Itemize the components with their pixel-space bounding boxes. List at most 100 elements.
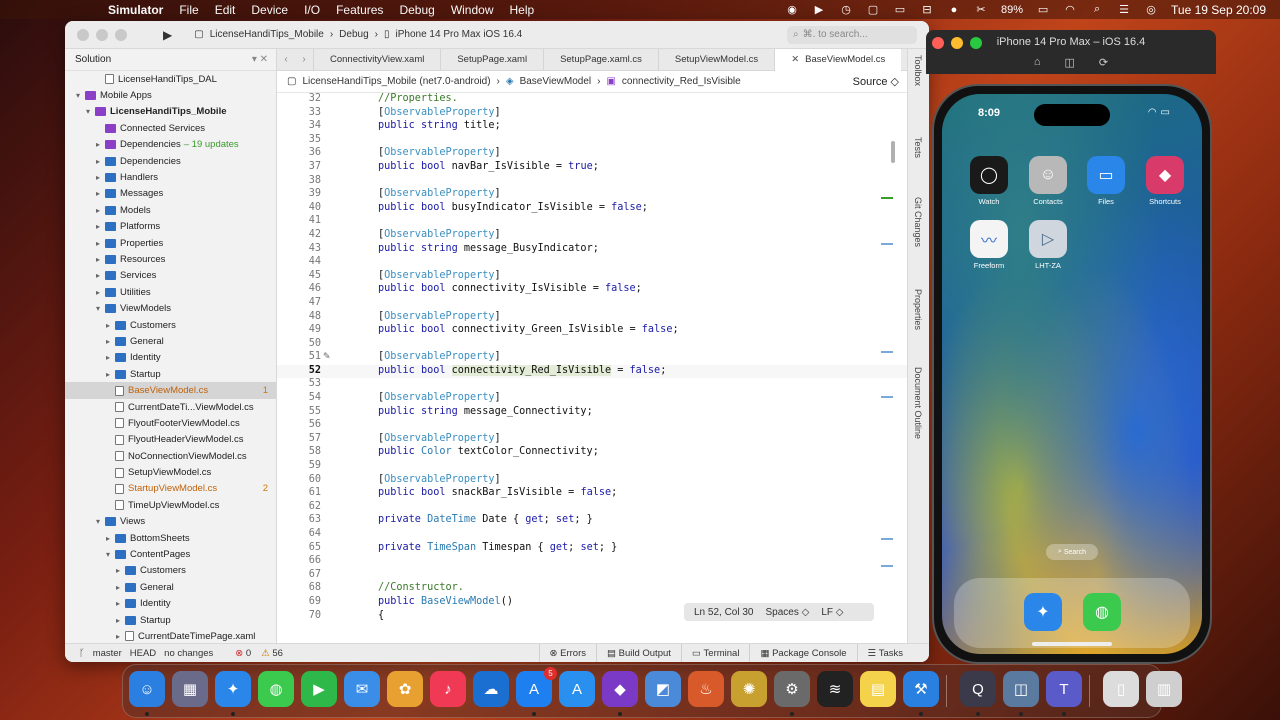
tab-connectivity-view[interactable]: ConnectivityView.xaml [313,48,440,71]
app-freeform[interactable]: 〰 Freeform [968,220,1010,270]
tab-base-view-model[interactable]: ✕ BaseViewModel.cs [774,48,902,71]
wifi-icon[interactable]: ◠ [1063,4,1077,16]
record-icon[interactable]: ◉ [785,4,799,16]
quicktime-icon[interactable]: Q [960,671,996,707]
photos-icon[interactable]: ✿ [387,671,423,707]
tab-setup-view-model[interactable]: SetupViewModel.cs [657,48,774,71]
home-icon[interactable]: ⌂ [1034,56,1041,69]
tree-item[interactable]: FlyoutFooterViewModel.cs [65,415,276,431]
chevron-right-icon[interactable]: ▸ [113,616,123,625]
chevron-right-icon[interactable]: ▸ [93,255,103,264]
tree-item[interactable]: FlyoutHeaderViewModel.cs [65,432,276,448]
tree-item[interactable]: ▸ Services [65,268,276,284]
chevron-down-icon[interactable]: ▾ [93,304,103,313]
ide-search-field[interactable]: ⌕ ⌘. to search... [787,25,917,44]
stop-icon[interactable]: ● [947,4,961,16]
cursor-position[interactable]: Ln 52, Col 30 [694,607,754,618]
chevron-right-icon[interactable]: ▸ [93,222,103,231]
siri-icon[interactable]: ◎ [1144,4,1158,16]
chevron-down-icon[interactable]: ▾ [73,91,83,100]
document-outline-pad[interactable]: Document Outline [913,367,923,439]
tasks-pad[interactable]: ☰ Tasks [856,643,913,662]
code-line[interactable]: 62 [277,501,907,515]
code-line[interactable]: 40 public bool busyIndicator_IsVisible = … [277,202,907,216]
clock-datetime[interactable]: Tue 19 Sep 20:09 [1171,3,1266,17]
code-line[interactable]: 63 private DateTime Date { get; set; } [277,514,907,528]
zoom-button[interactable] [115,28,127,41]
tests-pad[interactable]: Tests [913,137,923,158]
system-settings-icon[interactable]: ⚙ [774,671,810,707]
code-line[interactable]: 36 [ObservableProperty] [277,147,907,161]
code-line[interactable]: 41 [277,215,907,229]
chevron-right-icon[interactable]: ▸ [93,140,103,149]
tab-setup-page[interactable]: SetupPage.xaml [440,48,543,71]
code-line[interactable]: 47 [277,297,907,311]
run-project[interactable]: LicenseHandiTips_Mobile [210,29,324,40]
control-center-icon[interactable]: ☰ [1117,4,1131,16]
menu-window[interactable]: Window [443,3,502,17]
tree-item[interactable]: LicenseHandiTips_DAL [65,71,276,87]
code-line[interactable]: 39 [ObservableProperty] [277,188,907,202]
tree-item[interactable]: StartupViewModel.cs 2 [65,481,276,497]
diagnostic-counts[interactable]: ⊗ 0 ⚠ 56 [235,648,283,659]
tree-item[interactable]: Connected Services [65,120,276,136]
edit-pencil-icon[interactable]: ✎ [323,351,331,362]
pineapple-icon[interactable]: ✺ [731,671,767,707]
code-line[interactable]: 35 [277,134,907,148]
chevron-right-icon[interactable]: ▸ [93,157,103,166]
chevron-right-icon[interactable]: ▸ [93,189,103,198]
tree-item[interactable]: ▸ Identity [65,596,276,612]
chevron-right-icon[interactable]: ▸ [113,566,123,575]
menu-device[interactable]: Device [243,3,296,17]
tree-item[interactable]: ▸ Models [65,202,276,218]
code-line[interactable]: 42 [ObservableProperty] [277,229,907,243]
music-icon[interactable]: ♪ [430,671,466,707]
scroll-thumb[interactable] [891,141,895,163]
tree-item[interactable]: ▾ Mobile Apps [65,87,276,103]
code-line[interactable]: 51 [ObservableProperty] [277,351,907,365]
finder-icon[interactable]: ☺ [129,671,165,707]
trash-icon[interactable]: ▥ [1146,671,1182,707]
tree-item[interactable]: ▸ Resources [65,251,276,267]
dock-app-safari[interactable]: ✦ [1022,593,1064,631]
code-line[interactable]: 34 public string title; [277,120,907,134]
run-icon[interactable]: ▶ [163,28,172,42]
control-icon[interactable]: ⊟ [920,4,934,16]
tree-item[interactable]: ▸ Utilities [65,284,276,300]
code-line[interactable]: 43 public string message_BusyIndicator; [277,243,907,257]
close-icon[interactable]: ✕ [791,54,799,65]
menu-edit[interactable]: Edit [207,3,244,17]
properties-pad[interactable]: Properties [913,289,923,330]
menu-io[interactable]: I/O [296,3,328,17]
chevron-right-icon[interactable]: ▸ [93,288,103,297]
display-icon[interactable]: ▭ [893,4,907,16]
tree-item[interactable]: ▸ Platforms [65,219,276,235]
code-line[interactable]: 59 [277,460,907,474]
chevron-right-icon[interactable]: ▸ [93,271,103,280]
git-branch[interactable]: master [93,648,122,659]
tree-item[interactable]: ▸ Customers [65,563,276,579]
tree-item[interactable]: TimeUpViewModel.cs [65,497,276,513]
preview-icon[interactable]: ◫ [1003,671,1039,707]
tree-item[interactable]: ▸ Startup [65,612,276,628]
path-project[interactable]: LicenseHandiTips_Mobile (net7.0-android) [302,76,490,87]
code-line[interactable]: 60 [ObservableProperty] [277,474,907,488]
menu-help[interactable]: Help [502,3,543,17]
rotate-icon[interactable]: ⟳ [1099,56,1108,69]
chevron-right-icon[interactable]: ▸ [113,583,123,592]
chevron-right-icon[interactable]: ▸ [103,353,113,362]
tree-item[interactable]: ▸ Identity [65,350,276,366]
code-line[interactable]: 67 [277,569,907,583]
tree-item[interactable]: CurrentDateTi...ViewModel.cs [65,399,276,415]
chevron-right-icon[interactable]: ▸ [113,599,123,608]
code-line[interactable]: 44 [277,256,907,270]
tree-item[interactable]: NoConnectionViewModel.cs [65,448,276,464]
code-line[interactable]: 52 public bool connectivity_Red_IsVisible… [277,364,907,379]
app-shortcuts[interactable]: ◆ Shortcuts [1144,156,1186,206]
tree-item[interactable]: ▸ General [65,333,276,349]
code-line[interactable]: 61 public bool snackBar_IsVisible = false… [277,487,907,501]
git-changes-pad[interactable]: Git Changes [913,197,923,247]
tree-item[interactable]: ▸ Messages [65,186,276,202]
safari-icon[interactable]: ✦ [215,671,251,707]
chevron-right-icon[interactable]: ▸ [103,321,113,330]
